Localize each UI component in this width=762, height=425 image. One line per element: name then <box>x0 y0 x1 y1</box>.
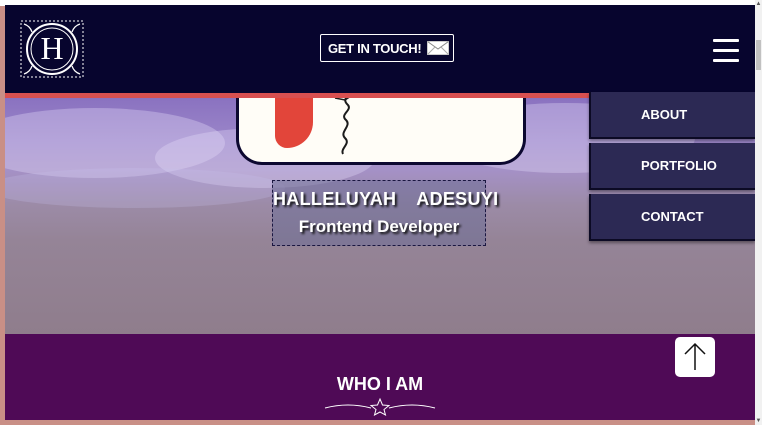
page-viewport: HALLELUYAH ADESUYI Frontend Developer H … <box>5 5 755 420</box>
scroll-down-arrow-icon[interactable]: ▼ <box>755 417 762 425</box>
star-divider-icon <box>324 397 436 416</box>
arrow-up-icon <box>684 342 706 370</box>
get-in-touch-label: GET IN TOUCH! <box>328 40 422 56</box>
back-to-top-button[interactable] <box>675 337 715 377</box>
developer-name: HALLELUYAH ADESUYI <box>273 189 499 209</box>
profile-photo-frame <box>236 98 526 165</box>
get-in-touch-button[interactable]: GET IN TOUCH! <box>320 34 454 62</box>
page-scrollbar[interactable]: ▲ ▼ <box>755 0 762 425</box>
site-logo[interactable]: H <box>20 20 84 78</box>
nav-item-label: CONTACT <box>641 209 704 224</box>
header-accent-strip <box>5 93 590 98</box>
photo-detail <box>275 98 313 148</box>
scroll-up-arrow-icon[interactable]: ▲ <box>755 0 762 8</box>
name-card: HALLELUYAH ADESUYI Frontend Developer <box>272 180 499 246</box>
envelope-icon <box>427 41 450 55</box>
who-i-am-section: WHO I AM <box>5 334 755 420</box>
scrollbar-thumb[interactable] <box>756 40 761 70</box>
wave-decoration <box>5 168 285 208</box>
developer-role: Frontend Developer <box>298 217 460 236</box>
site-header: H GET IN TOUCH! <box>5 5 755 93</box>
logo-letter: H <box>40 30 64 66</box>
nav-item-portfolio[interactable]: PORTFOLIO <box>589 143 755 190</box>
nav-item-label: ABOUT <box>641 107 688 122</box>
dropdown-nav-menu: ABOUT PORTFOLIO CONTACT <box>589 92 755 245</box>
nav-item-contact[interactable]: CONTACT <box>589 194 755 241</box>
hamburger-icon[interactable] <box>713 39 739 63</box>
nav-item-label: PORTFOLIO <box>641 158 717 173</box>
nav-item-about[interactable]: ABOUT <box>589 92 755 139</box>
section-title: WHO I AM <box>336 374 424 394</box>
photo-detail-line <box>334 98 350 155</box>
